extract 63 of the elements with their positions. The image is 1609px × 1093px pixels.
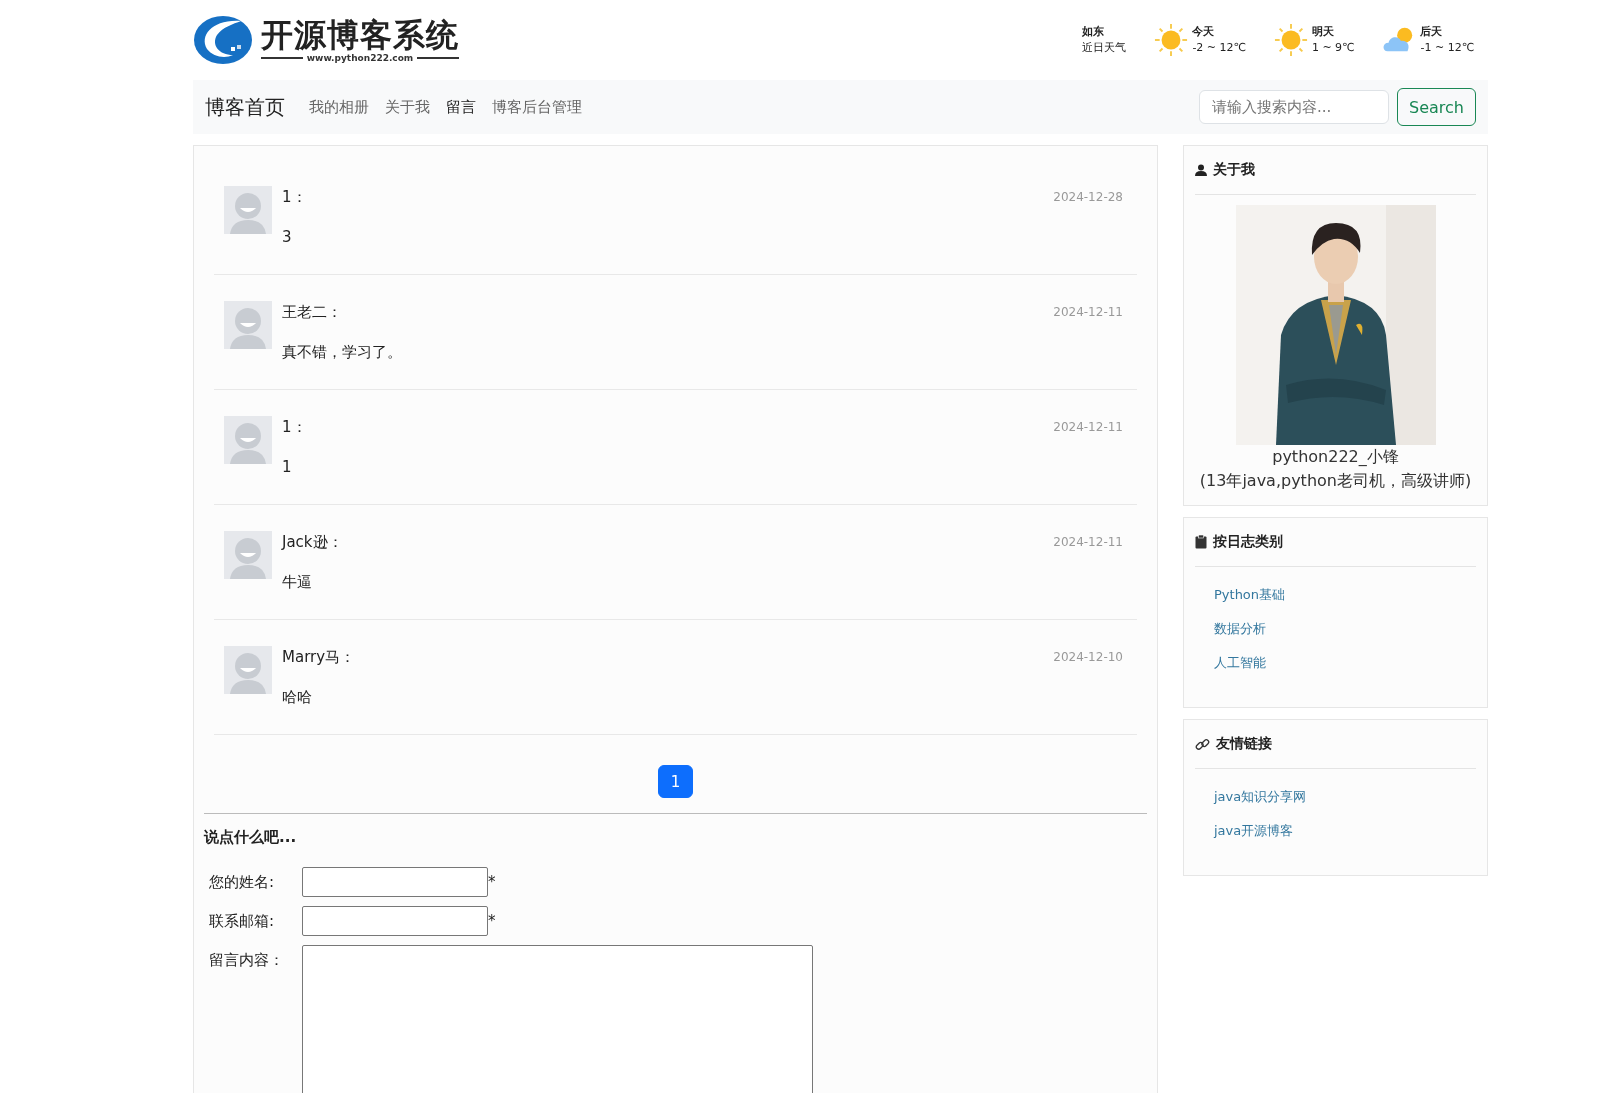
comment-text: 1 — [282, 457, 293, 478]
comment-date: 2024-12-28 — [1053, 190, 1123, 206]
required-mark: * — [488, 872, 496, 893]
category-link[interactable]: Python基础 — [1214, 585, 1286, 605]
page-button[interactable]: 1 — [658, 765, 693, 798]
field-label: 您的姓名: — [209, 872, 276, 893]
field-label: 联系邮箱: — [209, 911, 276, 932]
commenter-name: 1： — [282, 417, 307, 438]
avatar-icon — [224, 301, 272, 349]
nav-link[interactable]: 博客后台管理 — [492, 97, 582, 117]
friend-link[interactable]: java知识分享网 — [1214, 787, 1307, 807]
author-name: python222_小锋 — [1272, 446, 1399, 468]
logo-icon — [193, 15, 253, 65]
avatar-icon — [224, 186, 272, 234]
card-title: 关于我 — [1213, 161, 1255, 179]
link-icon — [1195, 736, 1210, 752]
author-bio: (13年java,python老司机，高级讲师) — [1199, 470, 1472, 492]
person-icon — [1195, 164, 1207, 176]
brand-link[interactable]: 博客首页 — [205, 93, 285, 121]
card-title: 按日志类别 — [1213, 533, 1283, 551]
message-field[interactable] — [302, 945, 813, 1093]
form-title: 说点什么吧... — [204, 828, 298, 847]
category-link[interactable]: 人工智能 — [1214, 653, 1266, 673]
sun-icon — [1154, 23, 1189, 57]
category-link[interactable]: 数据分析 — [1214, 619, 1266, 639]
commenter-name: 王老二： — [282, 302, 343, 323]
comment-text: 真不错，学习了。 — [282, 342, 402, 363]
comment-date: 2024-12-10 — [1053, 650, 1123, 666]
temperature-range: -2 ~ 12℃ — [1192, 40, 1246, 56]
nav-link[interactable]: 我的相册 — [309, 97, 369, 117]
commenter-name: 1： — [282, 187, 307, 208]
weather-day: 明天 — [1311, 24, 1355, 40]
comment-text: 3 — [282, 227, 293, 248]
search-field[interactable]: 请输入搜索内容... — [1199, 90, 1390, 124]
friend-link[interactable]: java开源博客 — [1214, 821, 1294, 841]
commenter-name: Jack逊： — [282, 532, 343, 553]
logo-url: www.python222.com — [306, 53, 414, 63]
comment-date: 2024-12-11 — [1053, 535, 1123, 551]
comment-text: 牛逼 — [282, 572, 313, 593]
comment-date: 2024-12-11 — [1053, 305, 1123, 321]
nav-link[interactable]: 关于我 — [385, 97, 430, 117]
commenter-name: Marry马： — [282, 647, 356, 668]
search-button[interactable]: Search — [1397, 88, 1476, 126]
comment-date: 2024-12-11 — [1053, 420, 1123, 436]
temperature-range: 1 ~ 9℃ — [1311, 40, 1355, 56]
weather-caption: 近日天气 — [1082, 40, 1127, 56]
comment-text: 哈哈 — [282, 687, 313, 708]
avatar-icon — [224, 531, 272, 579]
weather-city: 如东 — [1082, 24, 1106, 40]
temperature-range: -1 ~ 12℃ — [1420, 40, 1474, 56]
avatar-icon — [224, 416, 272, 464]
nav-link[interactable]: 留言 — [446, 97, 476, 117]
clipboard-icon — [1195, 535, 1207, 549]
input-field[interactable] — [302, 906, 488, 936]
logo-title: 开源博客系统 — [261, 17, 459, 53]
card-title: 友情链接 — [1216, 735, 1272, 753]
weather-day: 后天 — [1420, 24, 1474, 40]
required-mark: * — [488, 911, 496, 932]
avatar-icon — [224, 646, 272, 694]
input-field[interactable] — [302, 867, 488, 897]
sun-icon — [1273, 23, 1308, 57]
field-label: 留言内容： — [209, 950, 285, 971]
weather-day: 今天 — [1192, 24, 1246, 40]
